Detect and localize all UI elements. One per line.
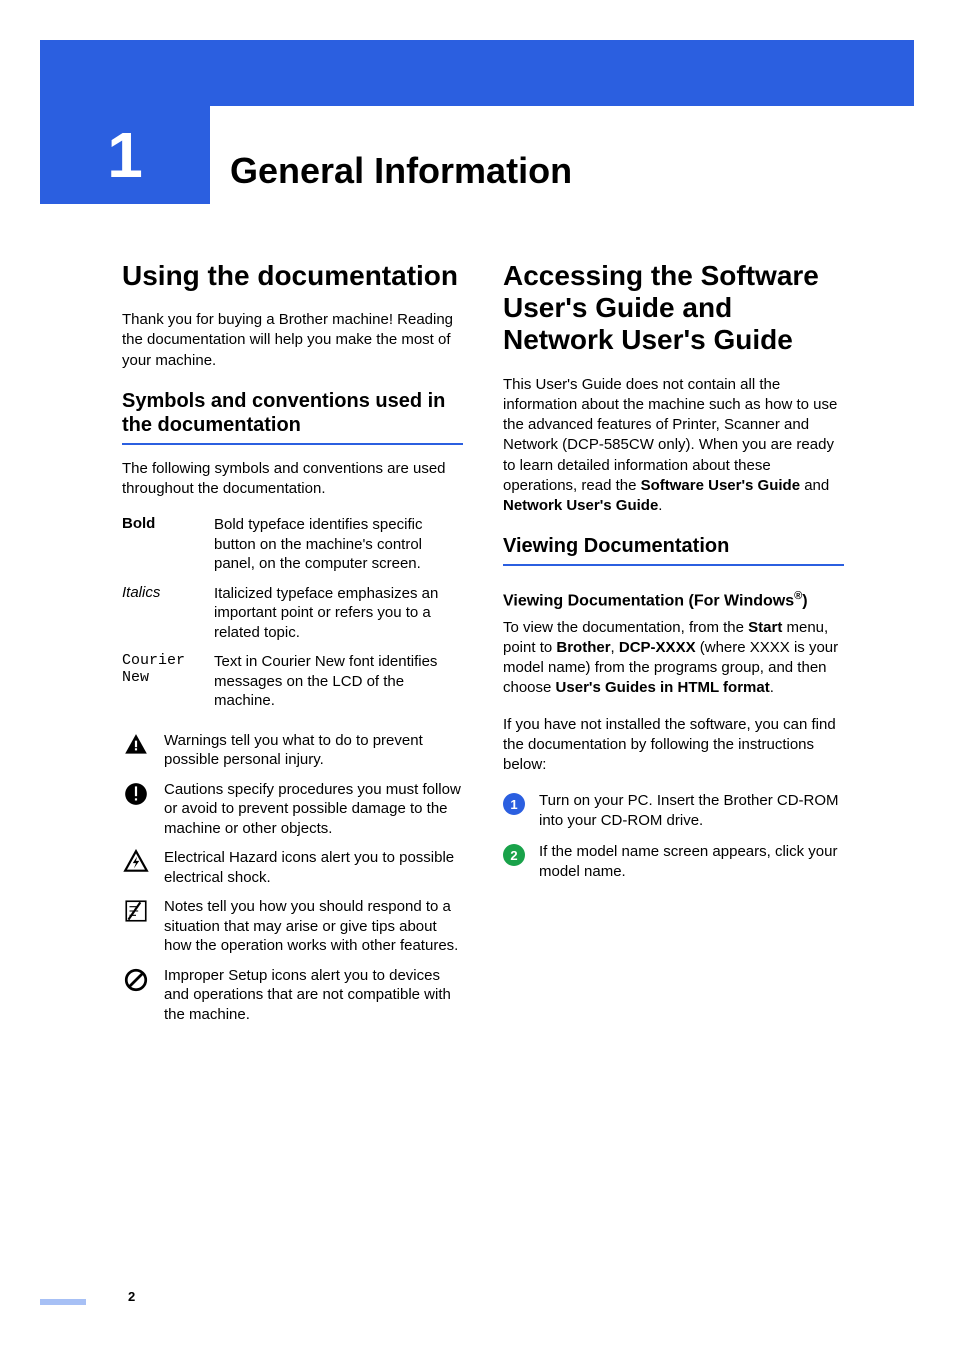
paragraph: This User's Guide does not contain all t… — [503, 375, 844, 517]
step-item: 1 Turn on your PC. Insert the Brother CD… — [503, 791, 844, 830]
subsection: Viewing Documentation — [503, 534, 844, 566]
page-number: 2 — [128, 1289, 135, 1304]
paragraph: Thank you for buying a Brother machine! … — [122, 310, 463, 371]
subsection: Symbols and conventions used in the docu… — [122, 389, 463, 445]
caution-icon — [122, 780, 150, 808]
icon-list: Warnings tell you what to do to prevent … — [122, 731, 463, 1025]
text: . — [658, 497, 662, 514]
sub-subsection-heading: Viewing Documentation (For Windows®) — [503, 590, 844, 611]
definition-term: Bold — [122, 515, 200, 574]
icon-row: Warnings tell you what to do to prevent … — [122, 731, 463, 770]
text: Viewing Documentation (For Windows — [503, 593, 794, 610]
icon-row: Notes tell you how you should respond to… — [122, 897, 463, 956]
icon-desc: Notes tell you how you should respond to… — [164, 897, 463, 956]
footer-accent-bar — [40, 1299, 86, 1305]
definition-list: Bold Bold typeface identifies specific b… — [122, 515, 463, 711]
icon-desc: Warnings tell you what to do to prevent … — [164, 731, 463, 770]
chapter-title: General Information — [230, 150, 572, 192]
text: ) — [802, 593, 807, 610]
definition-term: Italics — [122, 584, 200, 643]
text: To view the documentation, from the — [503, 619, 748, 636]
icon-row: Electrical Hazard icons alert you to pos… — [122, 848, 463, 887]
text-bold: Software User's Guide — [641, 477, 800, 494]
step-text: Turn on your PC. Insert the Brother CD-R… — [539, 791, 844, 830]
icon-desc: Electrical Hazard icons alert you to pos… — [164, 848, 463, 887]
subsection-heading: Symbols and conventions used in the docu… — [122, 389, 463, 437]
definition-desc: Bold typeface identifies specific button… — [214, 515, 463, 574]
page-footer: 2 — [40, 1289, 140, 1307]
electrical-hazard-icon — [122, 848, 150, 876]
text-bold: DCP-XXXX — [619, 639, 696, 656]
definition-term: Courier New — [122, 652, 200, 711]
subsection-heading: Viewing Documentation — [503, 534, 844, 558]
icon-row: Cautions specify procedures you must fol… — [122, 780, 463, 839]
warning-icon — [122, 731, 150, 759]
content-area: Using the documentation Thank you for bu… — [122, 260, 844, 1261]
step-text: If the model name screen appears, click … — [539, 842, 844, 881]
text: . — [770, 679, 774, 696]
paragraph: The following symbols and conventions ar… — [122, 459, 463, 500]
text-bold: Start — [748, 619, 782, 636]
right-column: Accessing the Software User's Guide and … — [503, 260, 844, 1261]
text: and — [800, 477, 829, 494]
paragraph: To view the documentation, from the Star… — [503, 618, 844, 699]
step-item: 2 If the model name screen appears, clic… — [503, 842, 844, 881]
step-number-badge: 2 — [503, 844, 525, 866]
section-heading: Using the documentation — [122, 260, 463, 292]
chapter-number: 1 — [107, 118, 143, 192]
header-band — [40, 40, 914, 106]
paragraph: If you have not installed the software, … — [503, 715, 844, 776]
definition-row: Courier New Text in Courier New font ide… — [122, 652, 463, 711]
improper-setup-icon — [122, 966, 150, 994]
icon-row: Improper Setup icons alert you to device… — [122, 966, 463, 1025]
text: , — [611, 639, 619, 656]
left-column: Using the documentation Thank you for bu… — [122, 260, 463, 1261]
note-icon — [122, 897, 150, 925]
definition-row: Italics Italicized typeface emphasizes a… — [122, 584, 463, 643]
chapter-tab: 1 — [40, 106, 210, 204]
text-bold: User's Guides in HTML format — [556, 679, 770, 696]
text-bold: Brother — [556, 639, 610, 656]
section-heading: Accessing the Software User's Guide and … — [503, 260, 844, 357]
heading-rule — [503, 564, 844, 566]
step-number-badge: 1 — [503, 793, 525, 815]
definition-desc: Text in Courier New font identifies mess… — [214, 652, 463, 711]
text-bold: Network User's Guide — [503, 497, 658, 514]
definition-desc: Italicized typeface emphasizes an import… — [214, 584, 463, 643]
heading-rule — [122, 443, 463, 445]
icon-desc: Improper Setup icons alert you to device… — [164, 966, 463, 1025]
icon-desc: Cautions specify procedures you must fol… — [164, 780, 463, 839]
definition-row: Bold Bold typeface identifies specific b… — [122, 515, 463, 574]
